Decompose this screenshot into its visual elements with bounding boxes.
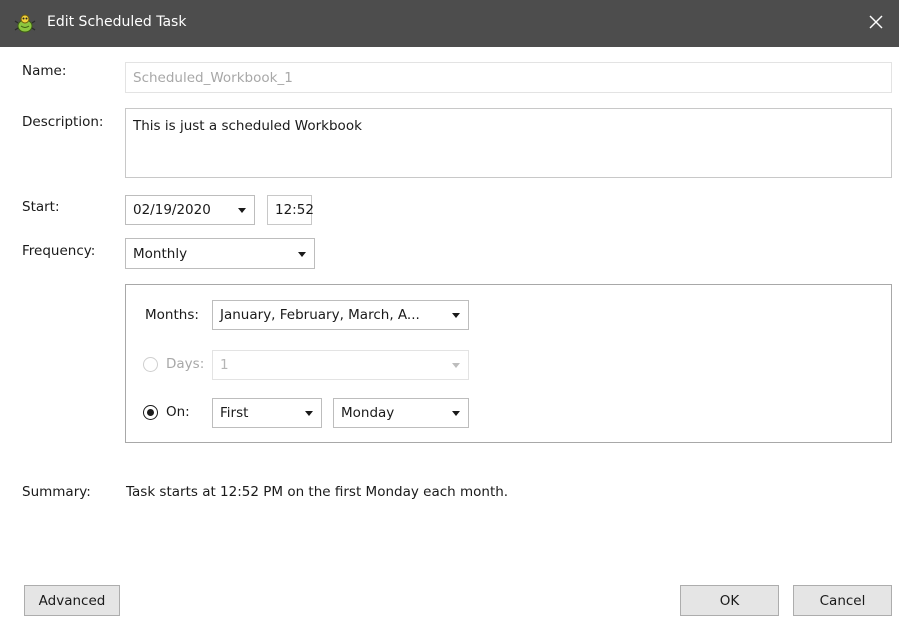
start-time-field[interactable]: 12:52: [267, 195, 314, 225]
summary-label: Summary:: [22, 484, 91, 500]
chevron-down-icon: [305, 411, 313, 416]
days-value: 1: [220, 357, 229, 373]
chevron-down-icon: [452, 363, 460, 368]
close-button[interactable]: [853, 0, 899, 47]
ordinal-dropdown[interactable]: First: [212, 398, 322, 428]
description-textarea[interactable]: This is just a scheduled Workbook: [125, 108, 892, 178]
months-dropdown[interactable]: January, February, March, A...: [212, 300, 469, 330]
description-label: Description:: [22, 114, 104, 130]
frequency-dropdown[interactable]: Monthly: [125, 238, 315, 269]
start-date-value: 02/19/2020: [133, 202, 211, 218]
frequency-value: Monthly: [133, 245, 188, 262]
chevron-down-icon: [298, 251, 306, 257]
start-date-picker[interactable]: 02/19/2020: [125, 195, 255, 225]
on-label: On:: [166, 404, 190, 420]
ok-button[interactable]: OK: [680, 585, 779, 616]
start-label: Start:: [22, 199, 60, 215]
app-bug-icon: [14, 13, 36, 35]
name-value: Scheduled_Workbook_1: [133, 69, 293, 86]
close-icon: [869, 15, 883, 33]
days-radio[interactable]: [143, 357, 158, 372]
days-dropdown: 1: [212, 350, 469, 380]
chevron-down-icon: [452, 411, 460, 416]
weekday-dropdown[interactable]: Monday: [333, 398, 469, 428]
advanced-button[interactable]: Advanced: [24, 585, 120, 616]
months-label: Months:: [145, 307, 199, 323]
cancel-button[interactable]: Cancel: [793, 585, 892, 616]
months-value: January, February, March, A...: [220, 307, 420, 323]
ordinal-value: First: [220, 405, 249, 421]
days-label: Days:: [166, 356, 205, 372]
name-label: Name:: [22, 63, 67, 79]
on-radio[interactable]: [143, 405, 158, 420]
summary-text: Task starts at 12:52 PM on the first Mon…: [126, 484, 509, 500]
title-bar: Edit Scheduled Task: [0, 0, 899, 47]
chevron-down-icon: [238, 208, 246, 213]
window-title: Edit Scheduled Task: [47, 14, 187, 30]
weekday-value: Monday: [341, 405, 395, 421]
description-value: This is just a scheduled Workbook: [133, 118, 362, 134]
start-time-value: 12:52: [275, 202, 314, 218]
frequency-label: Frequency:: [22, 243, 96, 259]
chevron-down-icon: [452, 313, 460, 318]
name-field: Scheduled_Workbook_1: [125, 62, 892, 93]
